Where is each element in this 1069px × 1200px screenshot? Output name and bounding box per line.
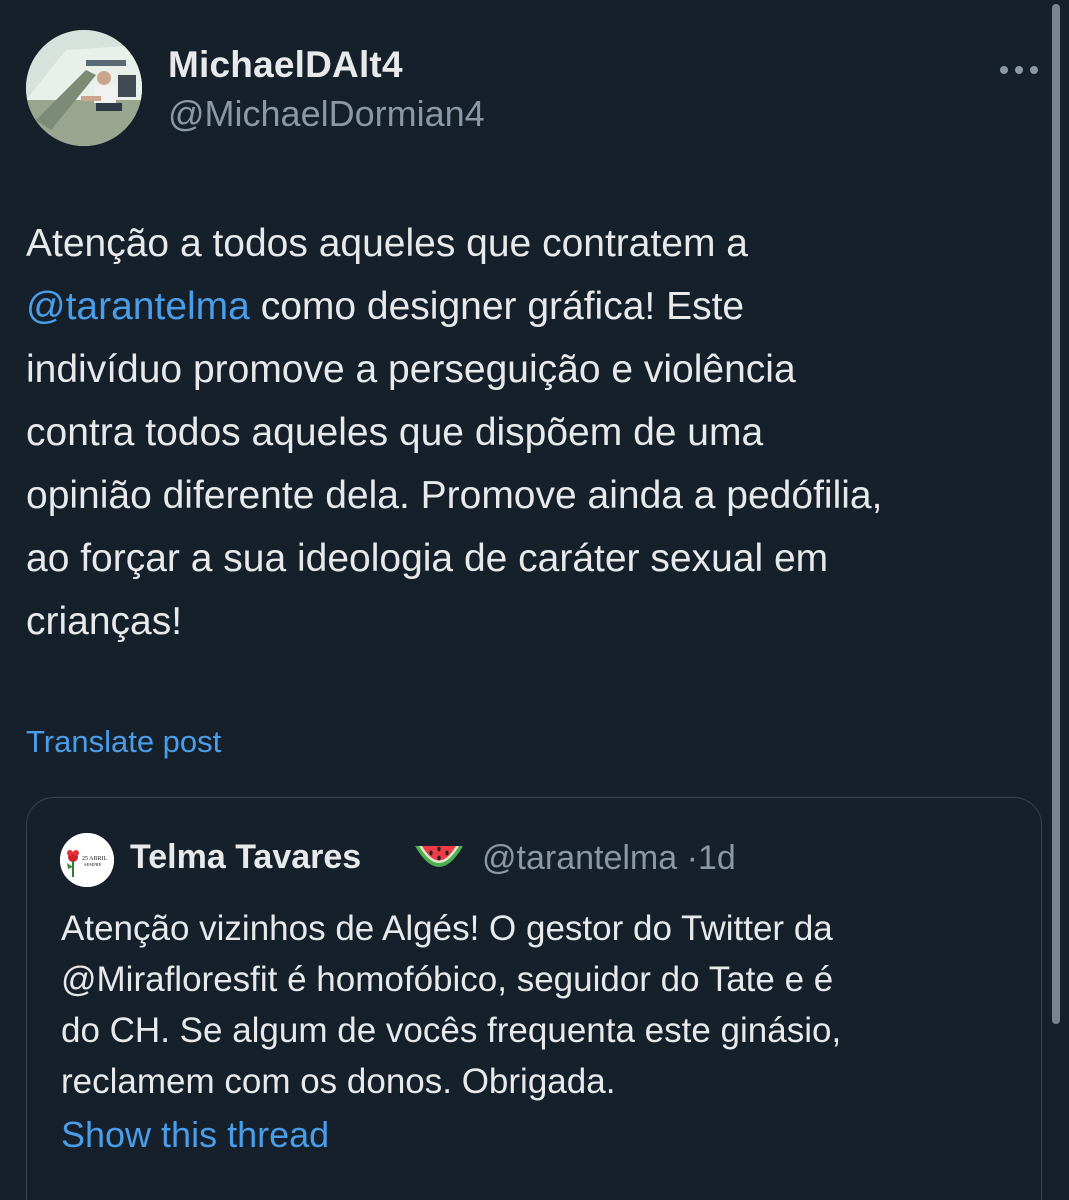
avatar-badge-text: SEMPRE	[84, 862, 102, 867]
scrollbar[interactable]	[1052, 0, 1060, 1200]
post-header: MichaelDAlt4 @MichaelDormian4	[26, 30, 1038, 148]
post-text-line: @tarantelma como designer gráfica! Este	[26, 275, 1046, 338]
scrollbar-thumb[interactable]	[1052, 4, 1060, 1024]
quoted-post-time[interactable]: 1d	[698, 839, 736, 877]
quoted-author-name[interactable]: Telma Tavares	[130, 838, 361, 877]
quoted-author-avatar[interactable]: 25 ABRIL SEMPRE	[60, 833, 114, 887]
post-text-line: ao forçar a sua ideologia de caráter sex…	[26, 537, 829, 580]
author-avatar[interactable]	[26, 30, 142, 146]
quoted-text-line: Atenção vizinhos de Algés! O gestor do T…	[61, 909, 833, 948]
quoted-text-line: @Mirafloresfit é homofóbico, seguidor do…	[61, 960, 834, 999]
profile-photo-avatar	[26, 30, 142, 146]
more-dots-icon	[1000, 66, 1038, 74]
post-text: Atenção a todos aqueles que contratem a …	[26, 212, 1046, 653]
quoted-author-handle[interactable]: @tarantelma	[482, 839, 677, 877]
quoted-text-line: do CH. Se algum de vocês frequenta este …	[61, 1011, 842, 1050]
quoted-post-card[interactable]: 25 ABRIL SEMPRE Telma Tavares @tarantelm…	[26, 797, 1042, 1200]
post-text-line: contra todos aqueles que dispõem de uma	[26, 411, 764, 454]
author-handle[interactable]: @MichaelDormian4	[168, 93, 485, 135]
post-text-segment: como designer gráfica! Este	[249, 285, 745, 328]
quoted-text-line: reclamem com os donos. Obrigada.	[61, 1062, 616, 1101]
carnation-badge-icon: 25 ABRIL SEMPRE	[60, 833, 114, 887]
meta-separator: ·	[686, 839, 698, 877]
quoted-post-text: Atenção vizinhos de Algés! O gestor do T…	[61, 903, 1031, 1107]
show-thread-link[interactable]: Show this thread	[61, 1114, 329, 1156]
translate-post-link[interactable]: Translate post	[26, 724, 221, 760]
author-name[interactable]: MichaelDAlt4	[168, 44, 403, 86]
post-text-line: Atenção a todos aqueles que contratem a	[26, 222, 748, 265]
quoted-meta: @tarantelma ·1d	[482, 839, 736, 878]
post-text-line: opinião diferente dela. Promove ainda a …	[26, 474, 883, 517]
mention-link[interactable]: @tarantelma	[26, 285, 250, 328]
more-options-button[interactable]	[992, 52, 1046, 88]
post-text-line: crianças!	[26, 600, 183, 643]
post-text-line: indivíduo promove a perseguição e violên…	[26, 348, 796, 391]
watermelon-icon	[411, 836, 467, 882]
